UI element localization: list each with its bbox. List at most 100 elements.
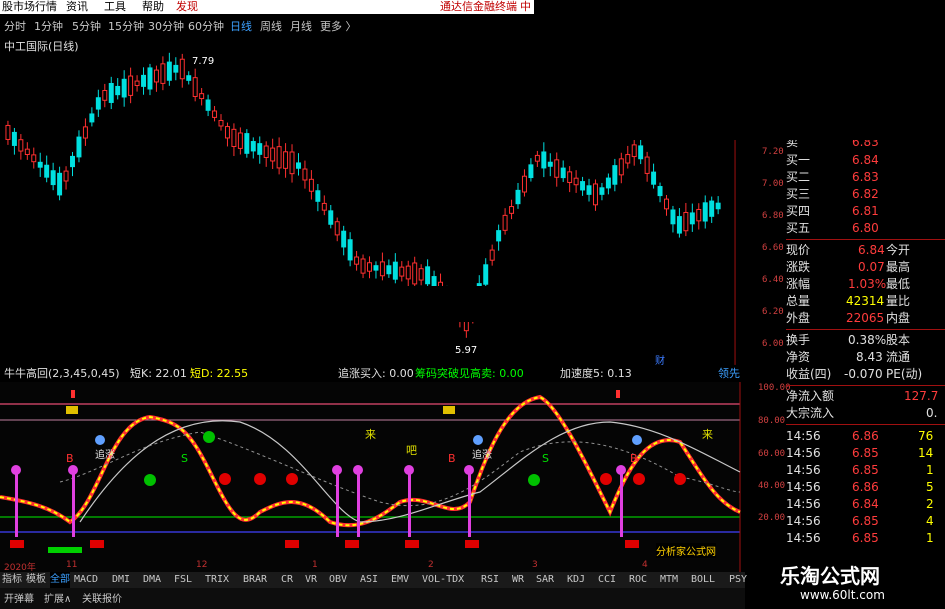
indicator-tab[interactable]: FSL bbox=[174, 572, 192, 588]
tick-vol: 1 bbox=[926, 463, 934, 477]
indicator-tab[interactable]: ROC bbox=[629, 572, 647, 588]
tick-price: 6.85 bbox=[852, 531, 879, 545]
high-mark: 7.79 bbox=[192, 56, 215, 67]
candle-body bbox=[515, 189, 521, 205]
netflow-label: 净流入额 bbox=[786, 389, 835, 403]
indicator-tab[interactable]: RSI bbox=[481, 572, 499, 588]
stat-label: 股本 bbox=[886, 333, 911, 347]
candle-body bbox=[141, 74, 147, 87]
stat-label: 换手 bbox=[786, 333, 811, 347]
indicator-tab[interactable]: BRAR bbox=[243, 572, 267, 588]
candle-body bbox=[147, 67, 153, 90]
candle-body bbox=[57, 172, 63, 196]
candle-body bbox=[664, 198, 669, 210]
candle-body bbox=[18, 139, 24, 152]
indicator-chart[interactable] bbox=[0, 382, 745, 572]
blue-ball bbox=[95, 435, 105, 445]
indicator-tab[interactable]: VOL-TDX bbox=[422, 572, 464, 588]
candle-body bbox=[702, 202, 708, 222]
period-tab[interactable]: 分时 bbox=[4, 18, 26, 34]
danmu-button[interactable]: 开弹幕 bbox=[4, 590, 34, 605]
indicator-tab[interactable]: MTM bbox=[660, 572, 678, 588]
candle-body bbox=[412, 262, 418, 285]
period-tab[interactable]: 周线 bbox=[260, 18, 282, 34]
period-tab[interactable]: 30分钟 bbox=[148, 18, 184, 34]
indicator-tab[interactable]: PSY bbox=[729, 572, 747, 588]
indicator-tab[interactable]: CR bbox=[281, 572, 293, 588]
indicator-tab[interactable]: OBV bbox=[329, 572, 347, 588]
period-tab[interactable]: 60分钟 bbox=[188, 18, 224, 34]
b-label: B bbox=[448, 452, 456, 465]
period-tab[interactable]: 5分钟 bbox=[72, 18, 101, 34]
green-ball bbox=[203, 431, 215, 443]
tick-time: 14:56 bbox=[786, 480, 821, 494]
tick-vol: 14 bbox=[918, 446, 934, 460]
indicator-tab[interactable]: SAR bbox=[536, 572, 554, 588]
candle-body bbox=[347, 239, 353, 261]
candle-body bbox=[489, 249, 495, 261]
indicator-header: 牛牛高回(2,3,45,0,45) 短K: 22.01 短D: 22.55 追涨… bbox=[0, 366, 745, 382]
period-tab[interactable]: 月线 bbox=[290, 18, 312, 34]
expand-button[interactable]: 扩展∧ bbox=[44, 590, 71, 605]
candle-body bbox=[328, 210, 334, 225]
period-tab[interactable]: 15分钟 bbox=[108, 18, 144, 34]
tab-active[interactable]: 全部 bbox=[50, 572, 70, 588]
lead-label: 领先 bbox=[718, 367, 740, 380]
indicator-tab[interactable]: DMA bbox=[143, 572, 161, 588]
menu-tools[interactable]: 工具 bbox=[104, 0, 126, 14]
blue-ball bbox=[632, 435, 642, 445]
period-tab-active[interactable]: 日线 bbox=[230, 18, 252, 34]
candle-body bbox=[212, 110, 218, 118]
indicator-tab[interactable]: MACD bbox=[74, 572, 98, 588]
menu-help[interactable]: 帮助 bbox=[142, 0, 164, 14]
short-d: 短D: 22.55 bbox=[190, 367, 249, 380]
candle-body bbox=[205, 99, 211, 111]
menu-discover[interactable]: 发现 bbox=[176, 0, 198, 14]
candle-body bbox=[715, 202, 721, 210]
indicator-tab[interactable]: TRIX bbox=[205, 572, 229, 588]
indicator-tab[interactable]: CCI bbox=[598, 572, 616, 588]
tick-price: 6.84 bbox=[852, 497, 879, 511]
related-quotes-button[interactable]: 关联报价 bbox=[82, 590, 122, 605]
menu-news[interactable]: 资讯 bbox=[66, 0, 88, 14]
indicator-tab[interactable]: 模板 bbox=[26, 572, 46, 588]
candle-body bbox=[392, 261, 398, 280]
indicator-tab[interactable]: DMI bbox=[112, 572, 130, 588]
red-block bbox=[465, 540, 479, 548]
indicator-tab[interactable]: EMV bbox=[391, 572, 409, 588]
bid-price: 6.82 bbox=[852, 187, 879, 201]
bid-price: 6.81 bbox=[852, 204, 879, 218]
candle-body bbox=[296, 162, 301, 169]
indicator-tab[interactable]: ASI bbox=[360, 572, 378, 588]
indicator-tab[interactable]: 指标 bbox=[2, 572, 22, 588]
candle-body bbox=[509, 206, 515, 214]
candle-body bbox=[186, 75, 192, 81]
more-periods[interactable]: 更多 〉 bbox=[320, 18, 357, 34]
zhuizhang-label: 追涨 bbox=[472, 450, 492, 461]
s-label: S bbox=[542, 452, 549, 465]
candle-body bbox=[696, 208, 702, 222]
stat-value: 0.38% bbox=[848, 333, 887, 347]
candle-body bbox=[11, 131, 17, 146]
stat-label: 最低 bbox=[886, 277, 911, 291]
candle-body bbox=[496, 230, 502, 242]
candle-body bbox=[179, 58, 185, 80]
candle-body bbox=[224, 126, 230, 139]
fenxi-watermark: 分析家公式网 bbox=[656, 543, 716, 558]
stat-label: 内盘 bbox=[886, 311, 911, 325]
period-tab[interactable]: 1分钟 bbox=[34, 18, 63, 34]
red-marker bbox=[616, 390, 620, 398]
indicator-tab[interactable]: KDJ bbox=[567, 572, 585, 588]
s-label: S bbox=[181, 452, 188, 465]
menu-market[interactable]: 股市场行情 bbox=[2, 0, 57, 14]
yellow-marker bbox=[443, 406, 455, 414]
candle-body bbox=[399, 266, 405, 277]
indicator-tab[interactable]: WR bbox=[512, 572, 524, 588]
indicator-tab[interactable]: VR bbox=[305, 572, 317, 588]
bigflow-label: 大宗流入 bbox=[786, 406, 835, 420]
candle-body bbox=[676, 216, 682, 234]
indicator-tab[interactable]: BOLL bbox=[691, 572, 715, 588]
stat-label: 总量 bbox=[786, 294, 811, 308]
indicator-name[interactable]: 牛牛高回(2,3,45,0,45) bbox=[4, 366, 120, 382]
date-tick: 2 bbox=[428, 560, 434, 570]
